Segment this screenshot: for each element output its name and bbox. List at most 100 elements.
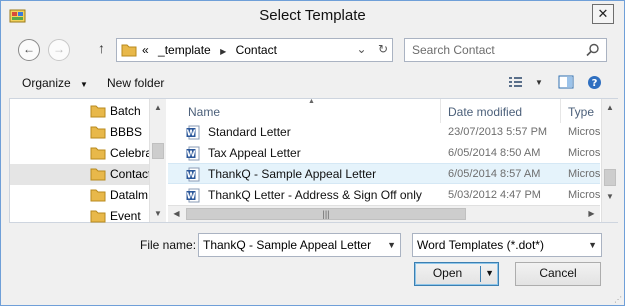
file-type: Micros xyxy=(568,168,600,180)
tree-item-batch[interactable]: Batch xyxy=(10,101,150,122)
tree-item-datalm[interactable]: Datalm xyxy=(10,185,150,206)
svg-text:W: W xyxy=(187,192,196,201)
help-icon[interactable]: ? xyxy=(587,75,602,93)
file-name: ThankQ - Sample Appeal Letter xyxy=(208,167,377,181)
address-dropdown-icon[interactable]: ⌄ xyxy=(357,42,367,56)
address-overflow-chevron[interactable]: « xyxy=(142,43,149,57)
back-arrow-icon: ← xyxy=(23,42,35,56)
file-type-select[interactable]: Word Templates (*.dot*) ▼ xyxy=(412,233,602,257)
organize-chevron-icon: ▼ xyxy=(80,80,88,89)
folder-icon xyxy=(90,209,106,226)
file-list-horizontal-scrollbar[interactable]: ◀ ||| ▶ xyxy=(168,205,600,222)
scroll-down-icon[interactable]: ▼ xyxy=(150,205,166,222)
column-header: ▲ Name Date modified Type xyxy=(168,99,600,123)
folder-icon xyxy=(90,125,106,142)
search-placeholder: Search Contact xyxy=(412,43,495,57)
svg-text:?: ? xyxy=(592,78,598,89)
new-folder-button[interactable]: New folder xyxy=(107,76,164,90)
up-arrow-icon: ↑ xyxy=(98,40,105,56)
address-bar[interactable]: « _template ▶ Contact ⌄ ↻ xyxy=(116,38,393,62)
scroll-left-icon[interactable]: ◀ xyxy=(168,206,185,222)
organize-menu[interactable]: Organize ▼ xyxy=(22,76,88,90)
file-date: 6/05/2014 8:50 AM xyxy=(448,147,541,159)
file-date: 23/07/2013 5:57 PM xyxy=(448,126,548,138)
open-split-button[interactable]: Open ▼ xyxy=(414,262,499,286)
refresh-icon[interactable]: ↻ xyxy=(378,42,388,56)
preview-pane-icon[interactable] xyxy=(558,75,574,92)
file-list-vertical-scrollbar[interactable]: ▲ ▼ xyxy=(601,99,618,222)
resize-grip-icon[interactable]: ⋰ xyxy=(614,295,622,304)
column-date-modified[interactable]: Date modified xyxy=(448,105,522,119)
folder-icon xyxy=(90,104,106,121)
file-date: 5/03/2012 4:47 PM xyxy=(448,189,541,201)
file-row[interactable]: W ThankQ Letter - Address & Sign Off onl… xyxy=(168,185,600,206)
back-button[interactable]: ← xyxy=(18,39,40,61)
file-type: Micros xyxy=(568,189,600,201)
column-divider[interactable] xyxy=(560,99,561,123)
column-name[interactable]: Name xyxy=(188,105,220,119)
tree-item-contact[interactable]: Contact xyxy=(10,164,150,185)
browser-pane: Batch BBBS Celebra Contact Datalm Event xyxy=(9,98,618,223)
open-options-chevron-icon[interactable]: ▼ xyxy=(485,263,494,284)
file-name: ThankQ Letter - Address & Sign Off only xyxy=(208,188,422,202)
file-row-selected[interactable]: W ThankQ - Sample Appeal Letter 6/05/201… xyxy=(168,163,600,184)
file-name-combobox[interactable]: ThankQ - Sample Appeal Letter ▼ xyxy=(198,233,401,257)
file-type: Micros xyxy=(568,126,600,138)
forward-button[interactable]: → xyxy=(48,39,70,61)
word-document-icon: W xyxy=(186,125,200,143)
scroll-up-icon[interactable]: ▲ xyxy=(602,99,618,116)
tree-item-event[interactable]: Event xyxy=(10,206,150,227)
view-options-icon[interactable] xyxy=(508,75,524,92)
breadcrumb-contact[interactable]: Contact xyxy=(236,43,277,57)
file-name: Standard Letter xyxy=(208,125,291,139)
chevron-down-icon[interactable]: ▼ xyxy=(588,240,597,250)
split-divider xyxy=(480,266,481,282)
tree-item-bbbs[interactable]: BBBS xyxy=(10,122,150,143)
column-type[interactable]: Type xyxy=(568,105,594,119)
file-type-value: Word Templates (*.dot*) xyxy=(417,238,544,252)
tree-vertical-scrollbar[interactable]: ▲ ▼ xyxy=(149,99,166,222)
up-button[interactable]: ↑ xyxy=(98,40,105,56)
scroll-down-icon[interactable]: ▼ xyxy=(602,188,618,205)
tree-scroll-thumb[interactable] xyxy=(152,143,164,159)
word-document-icon: W xyxy=(186,167,200,185)
command-toolbar: Organize ▼ New folder ▼ ? xyxy=(1,71,624,97)
search-icon[interactable] xyxy=(586,43,600,60)
scroll-up-icon[interactable]: ▲ xyxy=(150,99,166,116)
file-name-label: File name: xyxy=(140,238,197,252)
navigation-bar: ← → ↑ « _template ▶ Contact ⌄ ↻ Search C… xyxy=(1,35,624,65)
title-bar[interactable]: Select Template ✕ xyxy=(1,1,624,31)
scroll-right-icon[interactable]: ▶ xyxy=(583,206,600,222)
svg-text:W: W xyxy=(187,150,196,159)
tree-item-celebra[interactable]: Celebra xyxy=(10,143,150,164)
file-date: 6/05/2014 8:57 AM xyxy=(448,168,541,180)
file-row[interactable]: W Tax Appeal Letter 6/05/2014 8:50 AM Mi… xyxy=(168,143,600,164)
column-divider[interactable] xyxy=(440,99,441,123)
view-chevron-icon[interactable]: ▼ xyxy=(535,78,543,87)
cancel-button[interactable]: Cancel xyxy=(515,262,601,286)
svg-text:W: W xyxy=(187,171,196,180)
file-list: ▲ Name Date modified Type W Standard Let… xyxy=(168,99,600,222)
breadcrumb-separator-icon[interactable]: ▶ xyxy=(220,47,226,56)
file-name: Tax Appeal Letter xyxy=(208,146,301,160)
folder-icon xyxy=(121,43,137,60)
file-scroll-thumb[interactable] xyxy=(604,169,616,186)
folder-icon xyxy=(90,167,106,184)
window-title: Select Template xyxy=(259,7,366,24)
folder-icon xyxy=(90,146,106,163)
navigation-tree: Batch BBBS Celebra Contact Datalm Event xyxy=(10,99,166,223)
select-template-dialog: Select Template ✕ ← → ↑ « _template ▶ Co… xyxy=(0,0,625,306)
breadcrumb-template[interactable]: _template xyxy=(158,43,211,57)
close-button[interactable]: ✕ xyxy=(592,4,614,24)
search-box[interactable]: Search Contact xyxy=(404,38,607,62)
sort-ascending-icon: ▲ xyxy=(308,99,315,105)
word-document-icon: W xyxy=(186,146,200,164)
word-document-icon: W xyxy=(186,188,200,206)
file-type: Micros xyxy=(568,147,600,159)
chevron-down-icon[interactable]: ▼ xyxy=(387,240,396,250)
close-icon: ✕ xyxy=(597,6,609,21)
horizontal-scroll-thumb[interactable]: ||| xyxy=(186,208,466,220)
file-row[interactable]: W Standard Letter 23/07/2013 5:57 PM Mic… xyxy=(168,122,600,143)
svg-text:W: W xyxy=(187,129,196,138)
folder-icon xyxy=(90,188,106,205)
